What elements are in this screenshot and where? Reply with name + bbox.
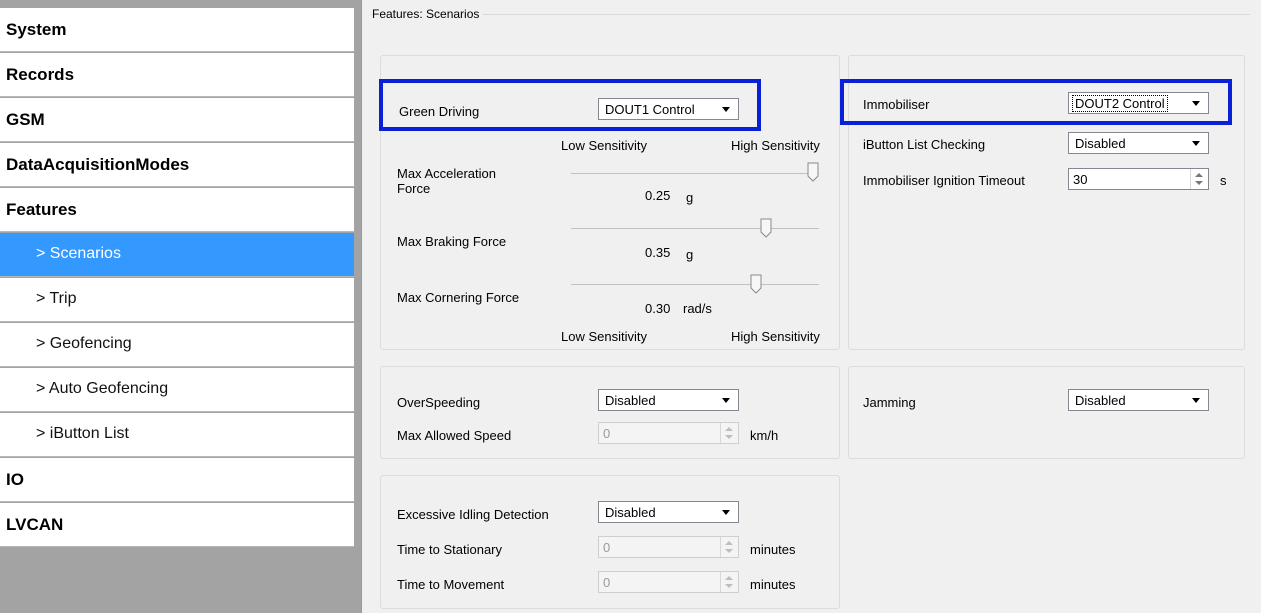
overspeeding-label: OverSpeeding [397, 395, 481, 410]
sidebar-item-system[interactable]: System [0, 8, 354, 52]
high-sensitivity-label-bottom: High Sensitivity [731, 329, 820, 344]
max-allowed-speed-unit: km/h [750, 428, 779, 443]
ibutton-list-checking-select[interactable]: Disabled [1068, 132, 1209, 154]
sidebar: System Records GSM DataAcquisitionModes … [0, 0, 362, 613]
time-to-stationary-value: 0 [603, 540, 611, 555]
max-acceleration-unit: g [686, 190, 694, 205]
max-acceleration-label-line1: Max Acceleration [397, 166, 496, 181]
sidebar-item-records[interactable]: Records [0, 53, 354, 97]
sidebar-item-label: Features [6, 200, 77, 219]
max-cornering-label: Max Cornering Force [397, 290, 520, 305]
immobiliser-ignition-timeout-unit: s [1220, 173, 1227, 188]
jamming-label: Jamming [863, 395, 916, 410]
max-allowed-speed-stepper[interactable]: 0 [598, 422, 739, 444]
immobiliser-ignition-timeout-stepper[interactable]: 30 [1068, 168, 1209, 190]
high-sensitivity-label-top: High Sensitivity [731, 138, 820, 153]
max-acceleration-value: 0.25 [645, 188, 671, 203]
overspeeding-select[interactable]: Disabled [598, 389, 739, 411]
sidebar-item-label: > Geofencing [36, 335, 132, 352]
ibutton-list-checking-label: iButton List Checking [863, 137, 986, 152]
ibutton-list-checking-value: Disabled [1075, 136, 1126, 151]
low-sensitivity-label-top: Low Sensitivity [561, 138, 647, 153]
time-to-movement-unit: minutes [750, 577, 796, 592]
immobiliser-highlight-box [840, 79, 1232, 125]
jamming-value: Disabled [1075, 393, 1126, 408]
sidebar-item-label: > Scenarios [36, 245, 121, 262]
time-to-movement-label: Time to Movement [397, 577, 505, 592]
excessive-idling-group: Excessive Idling Detection Disabled Time… [380, 475, 840, 609]
sidebar-item-trip[interactable]: > Trip [0, 278, 354, 322]
sidebar-item-lvcan[interactable]: LVCAN [0, 503, 354, 547]
page-title: Features: Scenarios [372, 7, 484, 21]
sidebar-item-data-acquisition-modes[interactable]: DataAcquisitionModes [0, 143, 354, 187]
sidebar-item-label: > iButton List [36, 425, 129, 442]
stepper-arrows-icon[interactable] [720, 572, 738, 592]
max-cornering-slider-thumb[interactable] [750, 274, 762, 294]
chevron-down-icon [1192, 141, 1200, 146]
sidebar-item-gsm[interactable]: GSM [0, 98, 354, 142]
excessive-idling-label: Excessive Idling Detection [397, 507, 549, 522]
time-to-stationary-stepper[interactable]: 0 [598, 536, 739, 558]
max-cornering-slider[interactable] [571, 284, 819, 285]
low-sensitivity-label-bottom: Low Sensitivity [561, 329, 647, 344]
overspeeding-value: Disabled [605, 393, 656, 408]
sidebar-item-label: > Trip [36, 290, 77, 307]
max-allowed-speed-value: 0 [603, 426, 611, 441]
stepper-arrows-icon[interactable] [720, 423, 738, 443]
green-driving-highlight-box [379, 79, 761, 131]
max-cornering-unit: rad/s [683, 301, 712, 316]
time-to-stationary-unit: minutes [750, 542, 796, 557]
max-acceleration-label-line2: Force [397, 181, 431, 196]
overspeeding-group: OverSpeeding Disabled Max Allowed Speed … [380, 366, 840, 459]
max-braking-value: 0.35 [645, 245, 671, 260]
max-cornering-value: 0.30 [645, 301, 671, 316]
title-divider [370, 14, 1250, 15]
sidebar-item-label: LVCAN [6, 515, 64, 534]
immobiliser-ignition-timeout-label: Immobiliser Ignition Timeout [863, 173, 1025, 188]
max-braking-slider[interactable] [571, 228, 819, 229]
sidebar-item-label: > Auto Geofencing [36, 380, 169, 397]
stepper-arrows-icon[interactable] [720, 537, 738, 557]
sidebar-item-label: GSM [6, 110, 45, 129]
sidebar-item-ibutton-list[interactable]: > iButton List [0, 413, 354, 457]
chevron-down-icon [722, 398, 730, 403]
time-to-movement-value: 0 [603, 575, 611, 590]
max-acceleration-slider-thumb[interactable] [807, 162, 819, 182]
sidebar-item-label: DataAcquisitionModes [6, 155, 190, 174]
excessive-idling-value: Disabled [605, 505, 656, 520]
jamming-select[interactable]: Disabled [1068, 389, 1209, 411]
stepper-arrows-icon[interactable] [1190, 169, 1208, 189]
immobiliser-ignition-timeout-value: 30 [1073, 172, 1088, 187]
main-panel: Features: Scenarios Green Driving DOUT1 … [362, 0, 1261, 613]
sidebar-item-label: System [6, 20, 67, 39]
sidebar-item-features[interactable]: Features [0, 188, 354, 232]
max-braking-label: Max Braking Force [397, 234, 507, 249]
sidebar-item-geofencing[interactable]: > Geofencing [0, 323, 354, 367]
time-to-stationary-label: Time to Stationary [397, 542, 503, 557]
sidebar-item-scenarios[interactable]: > Scenarios [0, 233, 354, 277]
time-to-movement-stepper[interactable]: 0 [598, 571, 739, 593]
chevron-down-icon [1192, 398, 1200, 403]
excessive-idling-select[interactable]: Disabled [598, 501, 739, 523]
sidebar-item-io[interactable]: IO [0, 458, 354, 502]
max-allowed-speed-label: Max Allowed Speed [397, 428, 512, 443]
max-braking-unit: g [686, 247, 694, 262]
chevron-down-icon [722, 510, 730, 515]
jamming-group: Jamming Disabled [848, 366, 1245, 459]
sidebar-item-label: IO [6, 470, 24, 489]
sidebar-item-label: Records [6, 65, 75, 84]
sidebar-item-auto-geofencing[interactable]: > Auto Geofencing [0, 368, 354, 412]
max-acceleration-slider[interactable] [571, 173, 819, 174]
max-braking-slider-thumb[interactable] [760, 218, 772, 238]
